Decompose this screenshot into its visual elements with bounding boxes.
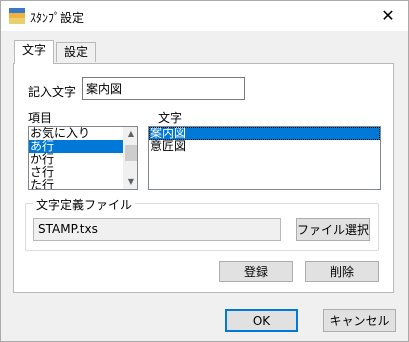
window-title: ｽﾀﾝﾌﾟ設定 — [30, 11, 85, 25]
ok-button[interactable]: OK — [225, 309, 298, 332]
text-listbox[interactable]: 案内図 意匠図 — [148, 126, 381, 190]
tab-text[interactable]: 文字 — [14, 40, 55, 64]
cancel-button[interactable]: キャンセル — [323, 309, 396, 332]
list-item[interactable]: 意匠図 — [149, 140, 380, 153]
text-list-label: 文字 — [158, 111, 183, 125]
register-button[interactable]: 登録 — [219, 261, 293, 282]
category-listbox[interactable]: お気に入り あ行 か行 さ行 た行 ▲ ▼ — [28, 126, 138, 190]
scroll-up-icon[interactable]: ▲ — [124, 127, 137, 141]
list-item[interactable]: た行 — [29, 179, 137, 190]
entry-text-input[interactable] — [82, 77, 245, 100]
tab-settings[interactable]: 設定 — [56, 42, 97, 62]
title-bar: ｽﾀﾝﾌﾟ設定 ✕ — [1, 1, 408, 31]
category-scrollbar[interactable]: ▲ ▼ — [123, 127, 137, 189]
app-icon — [9, 8, 25, 24]
delete-button[interactable]: 削除 — [305, 261, 379, 282]
entry-label: 記入文字 — [28, 85, 77, 99]
definition-filename: STAMP.txs — [33, 218, 281, 241]
select-file-button[interactable]: ファイル選択 — [296, 218, 370, 241]
scroll-thumb[interactable] — [125, 145, 137, 161]
definition-file-group-label: 文字定義ファイル — [33, 196, 136, 213]
category-list-label: 項目 — [28, 111, 53, 125]
close-button[interactable]: ✕ — [375, 4, 401, 28]
scroll-down-icon[interactable]: ▼ — [124, 175, 137, 189]
close-icon: ✕ — [381, 6, 395, 25]
stamp-settings-dialog: ｽﾀﾝﾌﾟ設定 ✕ 文字 設定 記入文字 項目 お気に入り あ行 か行 さ行 た… — [0, 0, 409, 342]
